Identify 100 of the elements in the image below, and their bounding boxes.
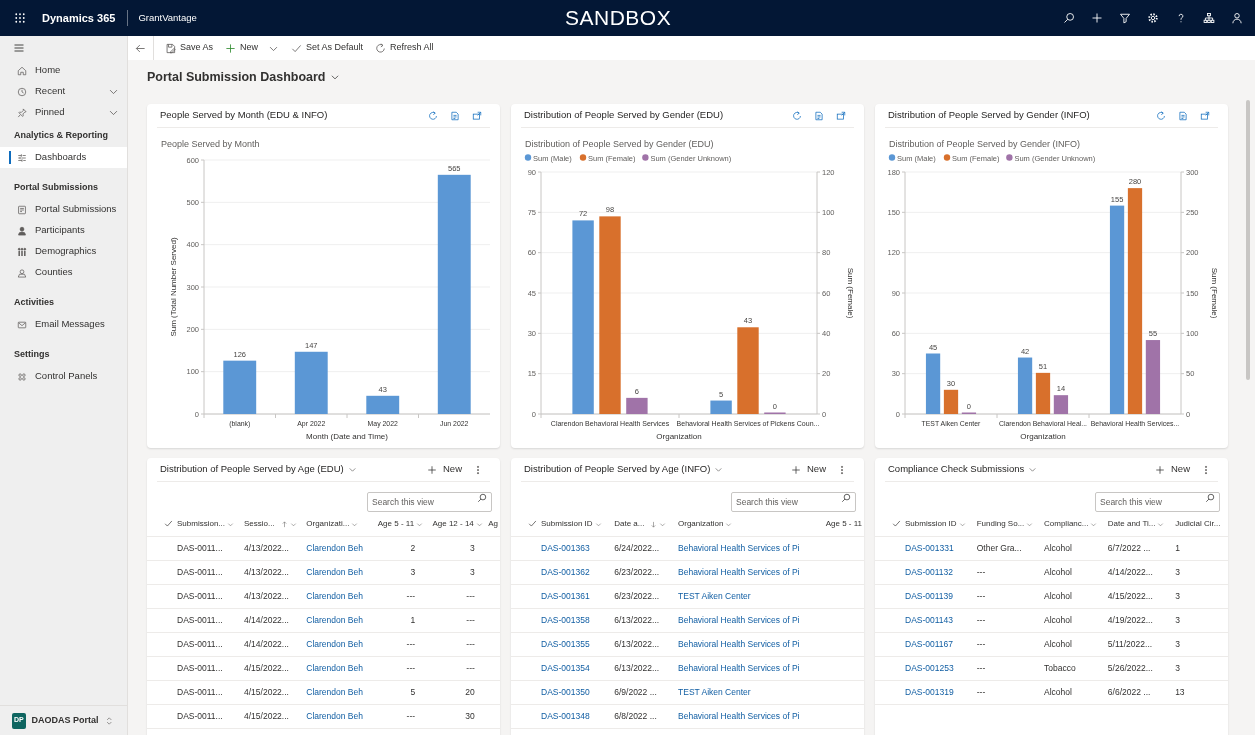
search-icon[interactable] [1063, 12, 1075, 24]
record-link[interactable]: Clarendon Beh [306, 662, 363, 673]
record-link[interactable]: DAS-001350 [541, 686, 590, 697]
column-header[interactable]: Complianc... [1044, 518, 1098, 531]
org-chart-icon[interactable] [1203, 12, 1215, 24]
record-link[interactable]: DAS-001363 [541, 542, 590, 553]
select-all-icon[interactable] [164, 519, 173, 529]
back-icon[interactable] [135, 42, 146, 54]
refresh-icon[interactable] [792, 110, 802, 121]
record-link[interactable]: DAS-001331 [905, 542, 954, 553]
app-launcher-icon[interactable] [14, 12, 26, 24]
view-title[interactable]: Distribution of People Served by Age (EDU) [157, 462, 357, 477]
column-header[interactable]: Organizati... [306, 518, 359, 531]
scrollbar-thumb[interactable] [1246, 100, 1250, 380]
expand-icon[interactable] [472, 110, 482, 121]
record-link[interactable]: DAS-001139 [905, 590, 954, 601]
record-link[interactable]: Clarendon Beh [306, 686, 363, 697]
record-link[interactable]: DAS-001362 [541, 566, 590, 577]
record-link[interactable]: Clarendon Beh [306, 590, 363, 601]
record-link[interactable]: Clarendon Beh [306, 566, 363, 577]
record-link[interactable]: Behavioral Health Services of Pi [678, 662, 800, 673]
up-down-icon[interactable] [104, 715, 113, 726]
record-link[interactable]: Clarendon Beh [306, 542, 363, 553]
record-link[interactable]: DAS-001319 [905, 686, 954, 697]
settings-icon[interactable] [1147, 12, 1159, 24]
record-link[interactable]: Behavioral Health Services of Pi [678, 710, 800, 721]
record-link[interactable]: Behavioral Health Services of Pi [678, 566, 800, 577]
nav-item[interactable]: Home [0, 60, 127, 81]
record-link[interactable]: DAS-001167 [905, 638, 954, 649]
command-button[interactable]: New [220, 36, 285, 60]
view-title[interactable]: Distribution of People Served by Age (INFO) [521, 462, 724, 477]
record-link[interactable]: DAS-001355 [541, 638, 590, 649]
app-name[interactable]: Dynamics 365 [40, 9, 118, 27]
command-button[interactable]: Save As [160, 36, 219, 60]
new-button[interactable]: New [423, 462, 466, 477]
column-header[interactable]: Submission... [177, 518, 235, 531]
record-link[interactable]: TEST Aiken Center [678, 590, 751, 601]
record-link[interactable]: Behavioral Health Services of Pi [678, 542, 800, 553]
record-link[interactable]: DAS-001132 [905, 566, 954, 577]
new-button[interactable]: New [787, 462, 830, 477]
record-link[interactable]: DAS-001253 [905, 662, 954, 673]
table-cell: --- [425, 632, 485, 656]
refresh-icon[interactable] [1156, 110, 1166, 121]
column-header[interactable]: Ag [488, 518, 498, 531]
filter-icon[interactable] [1119, 12, 1131, 24]
nav-item[interactable]: Recent [0, 81, 127, 102]
column-header[interactable]: Age 5 - 11 [825, 518, 862, 531]
record-link[interactable]: DAS-001358 [541, 614, 590, 625]
search-field[interactable]: Search this view [1095, 492, 1220, 512]
search-field[interactable]: Search this view [367, 492, 492, 512]
menu-icon[interactable] [13, 42, 25, 54]
nav-item[interactable]: Counties [0, 262, 127, 283]
record-link[interactable]: Clarendon Beh [306, 638, 363, 649]
nav-item[interactable]: Pinned [0, 102, 127, 123]
record-link[interactable]: Behavioral Health Services of Pi [678, 638, 800, 649]
column-header[interactable]: Submission ID [905, 518, 966, 531]
record-link[interactable]: DAS-001361 [541, 590, 590, 601]
record-link[interactable]: TEST Aiken Center [678, 686, 751, 697]
expand-icon[interactable] [1200, 110, 1210, 121]
refresh-icon[interactable] [428, 110, 438, 121]
export-icon[interactable] [450, 110, 460, 121]
search-icon[interactable] [1205, 493, 1215, 503]
record-link[interactable]: DAS-001354 [541, 662, 590, 673]
select-all-icon[interactable] [528, 519, 537, 529]
search-icon[interactable] [841, 493, 851, 503]
nav-item[interactable]: Email Messages [0, 314, 127, 335]
nav-item[interactable]: Dashboards [0, 147, 127, 168]
record-link[interactable]: Behavioral Health Services of Pi [678, 614, 800, 625]
nav-item[interactable]: Control Panels [0, 366, 127, 387]
plus-icon[interactable] [1091, 12, 1103, 24]
new-button[interactable]: New [1151, 462, 1194, 477]
column-header[interactable]: Judicial Cir... [1175, 518, 1221, 531]
column-header[interactable]: Organization [678, 518, 733, 531]
view-title[interactable]: Compliance Check Submissions [885, 462, 1038, 477]
record-link[interactable]: DAS-001143 [905, 614, 954, 625]
record-link[interactable]: Clarendon Beh [306, 614, 363, 625]
column-header[interactable]: Funding So... [976, 518, 1034, 531]
app-module-name[interactable]: GrantVantage [138, 10, 197, 26]
search-field[interactable]: Search this view [731, 492, 856, 512]
expand-icon[interactable] [836, 110, 846, 121]
column-header[interactable]: Submission ID [541, 518, 602, 531]
command-button[interactable]: Refresh All [370, 36, 439, 60]
search-icon[interactable] [477, 493, 487, 503]
person-icon[interactable] [1231, 12, 1243, 24]
column-header[interactable]: Age 12 - 14 [432, 518, 483, 531]
nav-item[interactable]: Participants [0, 220, 127, 241]
dashboard-title[interactable]: Portal Submission Dashboard [147, 67, 340, 87]
column-header[interactable]: Date a... [614, 518, 667, 531]
nav-item[interactable]: Demographics [0, 241, 127, 262]
export-icon[interactable] [814, 110, 824, 121]
column-header[interactable]: Date and Ti... [1107, 518, 1165, 531]
export-icon[interactable] [1178, 110, 1188, 121]
column-header[interactable]: Sessio... [244, 518, 297, 531]
column-header[interactable]: Age 5 - 11 [377, 518, 424, 531]
record-link[interactable]: DAS-001348 [541, 710, 590, 721]
nav-item[interactable]: Portal Submissions [0, 199, 127, 220]
select-all-icon[interactable] [892, 519, 901, 529]
table-cell: --- [974, 584, 1042, 608]
command-button[interactable]: Set As Default [286, 36, 369, 60]
record-link[interactable]: Clarendon Beh [306, 710, 363, 721]
